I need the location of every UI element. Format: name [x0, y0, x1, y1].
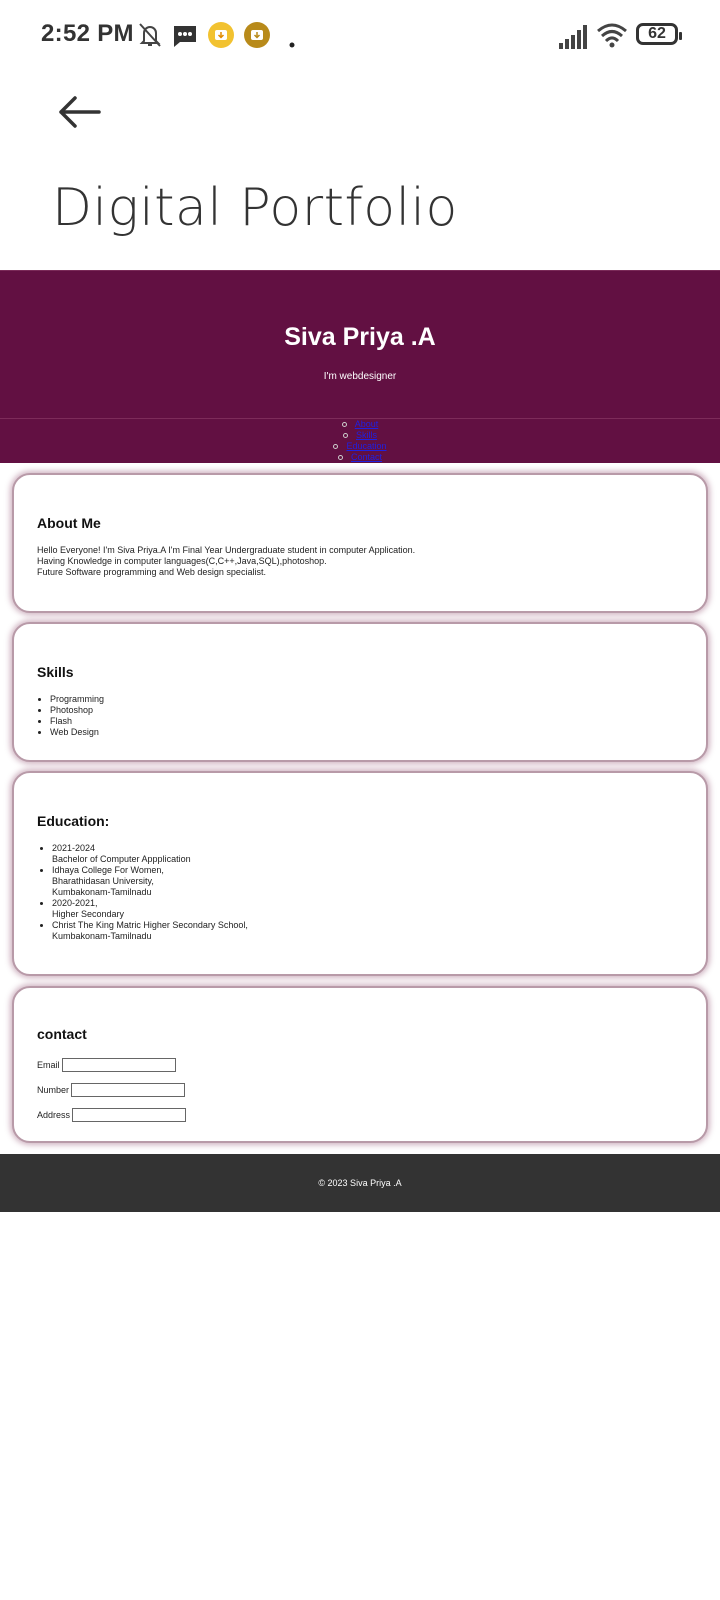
mute-bell-icon: [139, 23, 161, 47]
battery-indicator: 62: [636, 23, 682, 45]
edu-line: Bharathidasan University,: [52, 876, 154, 886]
list-item: 2020-2021,Higher Secondary: [52, 898, 248, 920]
address-row: Address: [37, 1108, 187, 1122]
number-label: Number: [37, 1085, 70, 1095]
edu-line: 2021-2024: [52, 843, 96, 853]
contact-card: contact Email Number Address: [12, 986, 708, 1143]
status-bar: 2:52 PM 62: [0, 0, 720, 70]
nav-item-about: About: [0, 419, 720, 430]
education-list: 2021-2024Bachelor of Computer Appplicati…: [39, 843, 248, 942]
bullet-icon: [333, 444, 339, 450]
edu-line: Bachelor of Computer Appplication: [52, 854, 191, 864]
more-notifications-dot-icon: [289, 42, 295, 48]
email-label: Email: [37, 1060, 60, 1070]
number-row: Number: [37, 1083, 186, 1097]
edu-line: 2020-2021,: [52, 898, 98, 908]
email-field[interactable]: [61, 1058, 176, 1072]
skills-heading: Skills: [37, 664, 74, 680]
copyright-text: © 2023 Siva Priya .A: [318, 1178, 402, 1188]
skills-list-wrap: Programming Photoshop Flash Web Design: [37, 694, 104, 738]
about-text: Hello Everyone! I'm Siva Priya.A I'm Fin…: [37, 545, 415, 578]
list-item: Christ The King Matric Higher Secondary …: [52, 920, 248, 942]
page-title: Digital Portfolio: [52, 178, 458, 238]
email-row: Email: [37, 1058, 176, 1072]
edu-line: Kumbakonam-Tamilnadu: [52, 931, 152, 941]
list-item: Programming: [50, 694, 104, 705]
nav-link-education[interactable]: Education: [346, 441, 386, 451]
message-icon: [174, 26, 196, 47]
bullet-icon: [342, 433, 348, 439]
tagline: I'm webdesigner: [323, 371, 397, 382]
battery-level: 62: [648, 25, 666, 42]
list-item: Photoshop: [50, 705, 104, 716]
download-badge-icon: [208, 22, 234, 48]
wifi-icon: [597, 23, 627, 48]
bullet-icon: [337, 455, 343, 461]
bullet-icon: [341, 422, 347, 428]
address-field[interactable]: [72, 1108, 187, 1122]
edu-line: Idhaya College For Women,: [52, 865, 164, 875]
nav-item-skills: Skills: [0, 430, 720, 441]
list-item: Web Design: [50, 727, 104, 738]
nav-menu: About Skills Education Contact: [0, 418, 720, 463]
skills-list: Programming Photoshop Flash Web Design: [37, 694, 104, 738]
footer: © 2023 Siva Priya .A: [0, 1154, 720, 1212]
list-item: 2021-2024Bachelor of Computer Appplicati…: [52, 843, 248, 865]
nav-link-skills[interactable]: Skills: [356, 430, 377, 440]
education-list-wrap: 2021-2024Bachelor of Computer Appplicati…: [39, 843, 248, 942]
nav-link-about[interactable]: About: [355, 419, 379, 429]
signal-icon: [559, 25, 587, 49]
contact-heading: contact: [37, 1026, 87, 1042]
owner-name: Siva Priya .A: [284, 323, 436, 351]
about-card: About Me Hello Everyone! I'm Siva Priya.…: [12, 473, 708, 613]
education-heading: Education:: [37, 813, 110, 829]
about-heading: About Me: [37, 515, 101, 531]
number-field[interactable]: [71, 1083, 186, 1097]
back-arrow-icon[interactable]: [55, 92, 103, 132]
list-item: Flash: [50, 716, 104, 727]
list-item: Idhaya College For Women,Bharathidasan U…: [52, 865, 248, 898]
about-line: Hello Everyone! I'm Siva Priya.A I'm Fin…: [37, 545, 416, 555]
download-badge-icon: [244, 22, 270, 48]
about-line: Having Knowledge in computer languages(C…: [37, 556, 327, 566]
nav-link-contact[interactable]: Contact: [351, 452, 382, 462]
edu-line: Kumbakonam-Tamilnadu: [52, 887, 152, 897]
status-time: 2:52 PM: [41, 20, 134, 47]
nav-item-contact: Contact: [0, 452, 720, 463]
edu-line: Christ The King Matric Higher Secondary …: [52, 920, 248, 930]
nav-item-education: Education: [0, 441, 720, 452]
education-card: Education: 2021-2024Bachelor of Computer…: [12, 771, 708, 976]
edu-line: Higher Secondary: [52, 909, 125, 919]
address-label: Address: [37, 1110, 71, 1120]
portfolio-header: Siva Priya .A I'm webdesigner: [0, 270, 720, 419]
skills-card: Skills Programming Photoshop Flash Web D…: [12, 622, 708, 762]
about-line: Future Software programming and Web desi…: [37, 567, 266, 577]
